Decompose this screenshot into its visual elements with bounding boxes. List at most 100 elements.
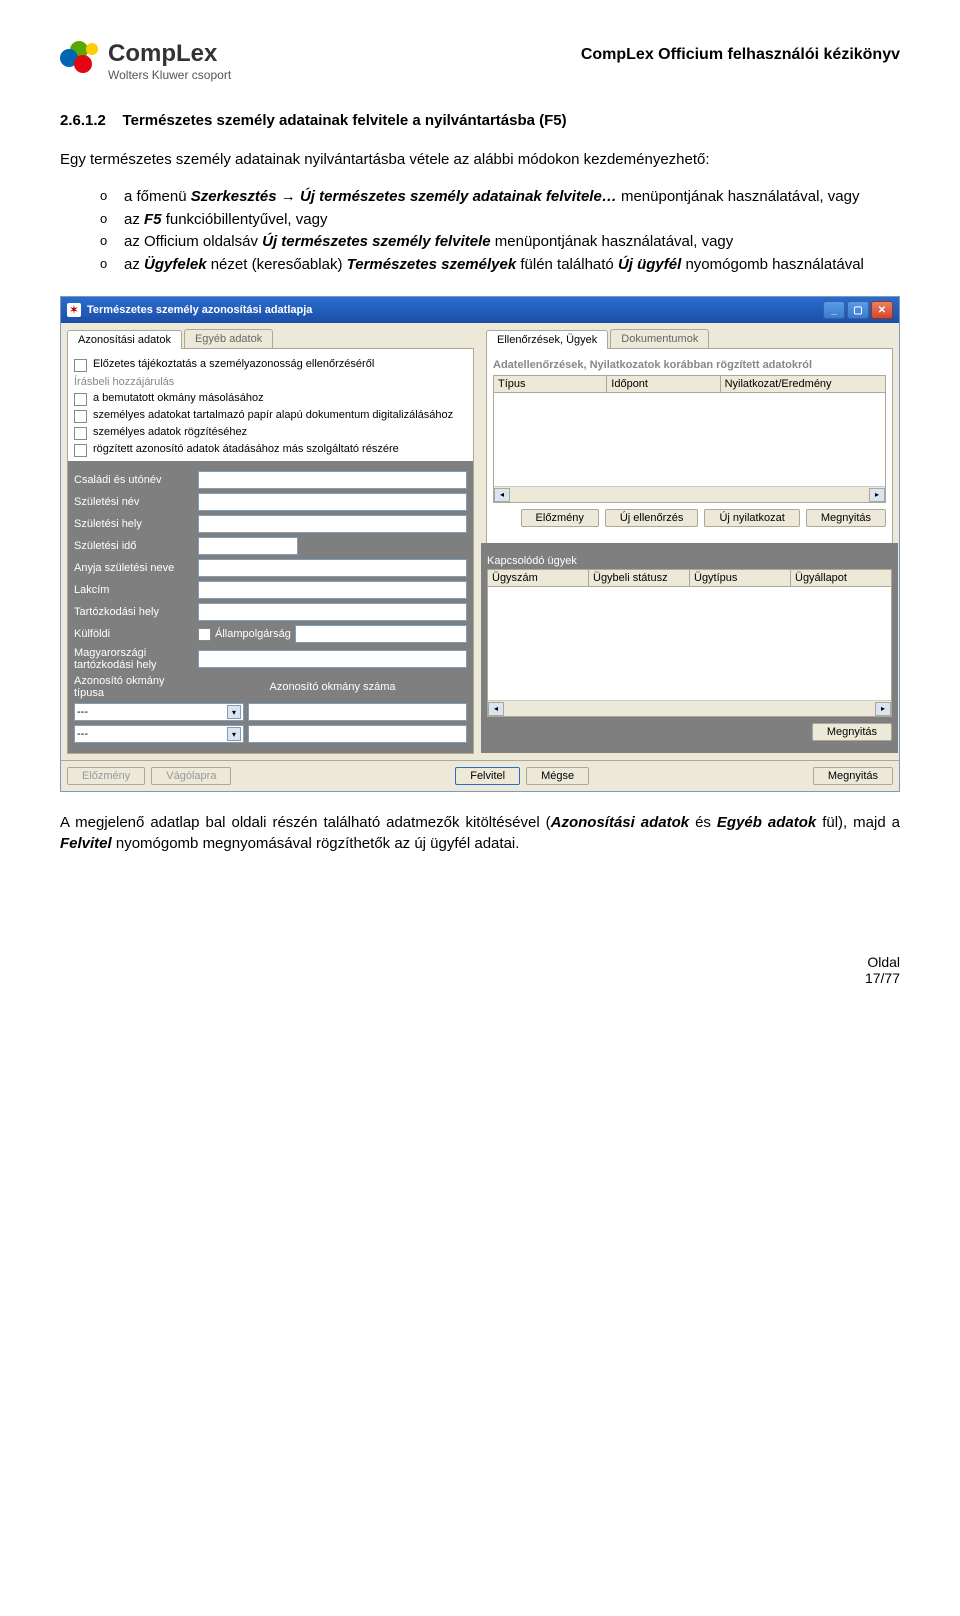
list2-body[interactable]: ◂ ▸ (487, 587, 892, 717)
col-idopont[interactable]: Időpont (607, 376, 720, 392)
logo-icon (60, 41, 100, 81)
scrollbar-horizontal[interactable]: ◂ ▸ (494, 486, 885, 502)
scroll-left-icon[interactable]: ◂ (494, 488, 510, 502)
window-titlebar[interactable]: ✶ Természetes személy azonosítási adatla… (61, 297, 899, 323)
btn-footer-felvitel[interactable]: Felvitel (455, 767, 520, 785)
btn-megnyitas[interactable]: Megnyitás (806, 509, 886, 527)
input-secondary[interactable] (248, 725, 467, 743)
logo-block: CompLex Wolters Kluwer csoport (60, 40, 231, 82)
label-csaladi: Családi és utónév (74, 474, 194, 486)
app-icon: ✶ (67, 303, 81, 317)
checkbox-icon[interactable] (74, 444, 87, 457)
tab-dokumentumok[interactable]: Dokumentumok (610, 329, 709, 348)
list1-header: Típus Időpont Nyilatkozat/Eredmény (493, 375, 886, 393)
minimize-button[interactable]: _ (823, 301, 845, 319)
subhead-kapcsolodo: Kapcsolódó ügyek (487, 555, 892, 567)
label-szulnev: Születési név (74, 496, 194, 508)
form-dark-area: Családi és utónév Születési név Születés… (68, 461, 473, 753)
check-atadas[interactable]: rögzített azonosító adatok átadásához má… (74, 443, 467, 457)
left-pane: Azonosítási adatok Egyéb adatok Előzetes… (61, 323, 480, 760)
input-okmnum[interactable] (248, 703, 467, 721)
document-page: CompLex Wolters Kluwer csoport CompLex O… (0, 0, 960, 1016)
col-ugyallapot[interactable]: Ügyállapot (791, 570, 891, 586)
scroll-right-icon[interactable]: ▸ (869, 488, 885, 502)
tab-egyeb[interactable]: Egyéb adatok (184, 329, 273, 348)
col-ugybeli-statusz[interactable]: Ügybeli státusz (589, 570, 690, 586)
check-okmany-masolas[interactable]: a bemutatott okmány másolásához (74, 392, 467, 406)
label-lakcim: Lakcím (74, 584, 194, 596)
maximize-button[interactable]: ▢ (847, 301, 869, 319)
btn-megnyitas-ugyek[interactable]: Megnyitás (812, 723, 892, 741)
closing-paragraph: A megjelenő adatlap bal oldali részén ta… (60, 812, 900, 854)
kapcsolodo-ugyek-area: Kapcsolódó ügyek Ügyszám Ügybeli státusz… (481, 543, 898, 753)
checkbox-kulfoldi[interactable] (198, 628, 211, 641)
window-title: Természetes személy azonosítási adatlapj… (87, 304, 312, 316)
label-tart: Tartózkodási hely (74, 606, 194, 618)
chevron-down-icon: ▾ (227, 705, 241, 719)
input-magyar[interactable] (198, 650, 467, 668)
page-header: CompLex Wolters Kluwer csoport CompLex O… (60, 40, 900, 82)
list2-header: Ügyszám Ügybeli státusz Ügytípus Ügyálla… (487, 569, 892, 587)
group-label: Írásbeli hozzájárulás (74, 376, 467, 388)
window-footer: Előzmény Vágólapra Felvitel Mégse Megnyi… (61, 760, 899, 791)
list1-body[interactable]: ◂ ▸ (493, 393, 886, 503)
btn-footer-vagolap[interactable]: Vágólapra (151, 767, 231, 785)
checkbox-icon[interactable] (74, 427, 87, 440)
left-tabs: Azonosítási adatok Egyéb adatok (67, 329, 474, 349)
app-window: ✶ Természetes személy azonosítási adatla… (60, 296, 900, 792)
section-heading: 2.6.1.2 Természetes személy adatainak fe… (60, 112, 900, 129)
right-tabpanel: Adatellenőrzések, Nyilatkozatok korábban… (486, 349, 893, 748)
btn-uj-nyilatkozat[interactable]: Új nyilatkozat (704, 509, 799, 527)
tab-azonositasi[interactable]: Azonosítási adatok (67, 330, 182, 349)
bullet-list: a főmenü Szerkesztés → Új természetes sz… (60, 186, 900, 276)
label-magyar: Magyarországi tartózkodási hely (74, 647, 194, 671)
right-tabs: Ellenőrzések, Ügyek Dokumentumok (486, 329, 893, 349)
check-digitalizalas[interactable]: személyes adatokat tartalmazó papír alap… (74, 409, 467, 423)
col-ugytipus[interactable]: Ügytípus (690, 570, 791, 586)
input-szulhely[interactable] (198, 515, 467, 533)
checkbox-icon[interactable] (74, 410, 87, 423)
tab-ellenorzesek[interactable]: Ellenőrzések, Ügyek (486, 330, 608, 349)
left-tabpanel: Előzetes tájékoztatás a személyazonosság… (67, 349, 474, 754)
input-anyja[interactable] (198, 559, 467, 577)
input-szulido[interactable] (198, 537, 298, 555)
page-footer: Oldal 17/77 (60, 954, 900, 986)
btn-footer-elozmeny[interactable]: Előzmény (67, 767, 145, 785)
btn-elozmeny[interactable]: Előzmény (521, 509, 599, 527)
check-rogzites[interactable]: személyes adatok rögzítéséhez (74, 426, 467, 440)
checkbox-icon[interactable] (74, 393, 87, 406)
checkbox-icon[interactable] (74, 359, 87, 372)
label-szulido: Születési idő (74, 540, 194, 552)
col-ugyszam[interactable]: Ügyszám (488, 570, 589, 586)
close-button[interactable]: ✕ (871, 301, 893, 319)
btn-uj-ellenorzes[interactable]: Új ellenőrzés (605, 509, 699, 527)
input-tart[interactable] (198, 603, 467, 621)
document-title: CompLex Officium felhasználói kézikönyv (581, 46, 900, 64)
select-okmtyp[interactable]: ---▾ (74, 703, 244, 721)
bullet-item: az Officium oldalsáv Új természetes szem… (100, 231, 900, 254)
col-tipus[interactable]: Típus (494, 376, 607, 392)
scroll-right-icon[interactable]: ▸ (875, 702, 891, 716)
btn-footer-megse[interactable]: Mégse (526, 767, 589, 785)
scrollbar-horizontal[interactable]: ◂ ▸ (488, 700, 891, 716)
bullet-item: az F5 funkcióbillentyűvel, vagy (100, 209, 900, 232)
select-secondary[interactable]: ---▾ (74, 725, 244, 743)
logo-text: CompLex (108, 40, 231, 68)
right-pane: Ellenőrzések, Ügyek Dokumentumok Adatell… (480, 323, 899, 760)
input-csaladi[interactable] (198, 471, 467, 489)
bullet-item: a főmenü Szerkesztés → Új természetes sz… (100, 186, 900, 209)
scroll-left-icon[interactable]: ◂ (488, 702, 504, 716)
check-elozetes[interactable]: Előzetes tájékoztatás a személyazonosság… (74, 358, 467, 372)
input-szulnev[interactable] (198, 493, 467, 511)
list2-buttons: Megnyitás (487, 723, 892, 741)
input-lakcim[interactable] (198, 581, 467, 599)
list1-buttons: Előzmény Új ellenőrzés Új nyilatkozat Me… (493, 509, 886, 527)
col-nyilatkozat[interactable]: Nyilatkozat/Eredmény (721, 376, 885, 392)
bullet-item: az Ügyfelek nézet (keresőablak) Természe… (100, 254, 900, 277)
label-anyja: Anyja születési neve (74, 562, 194, 574)
btn-footer-megnyitas[interactable]: Megnyitás (813, 767, 893, 785)
label-kulfoldi: Külföldi (74, 628, 194, 640)
input-allam[interactable] (295, 625, 467, 643)
label-okmnum: Azonosító okmány száma (270, 681, 396, 693)
label-okmtyp: Azonosító okmány típusa (74, 675, 194, 699)
